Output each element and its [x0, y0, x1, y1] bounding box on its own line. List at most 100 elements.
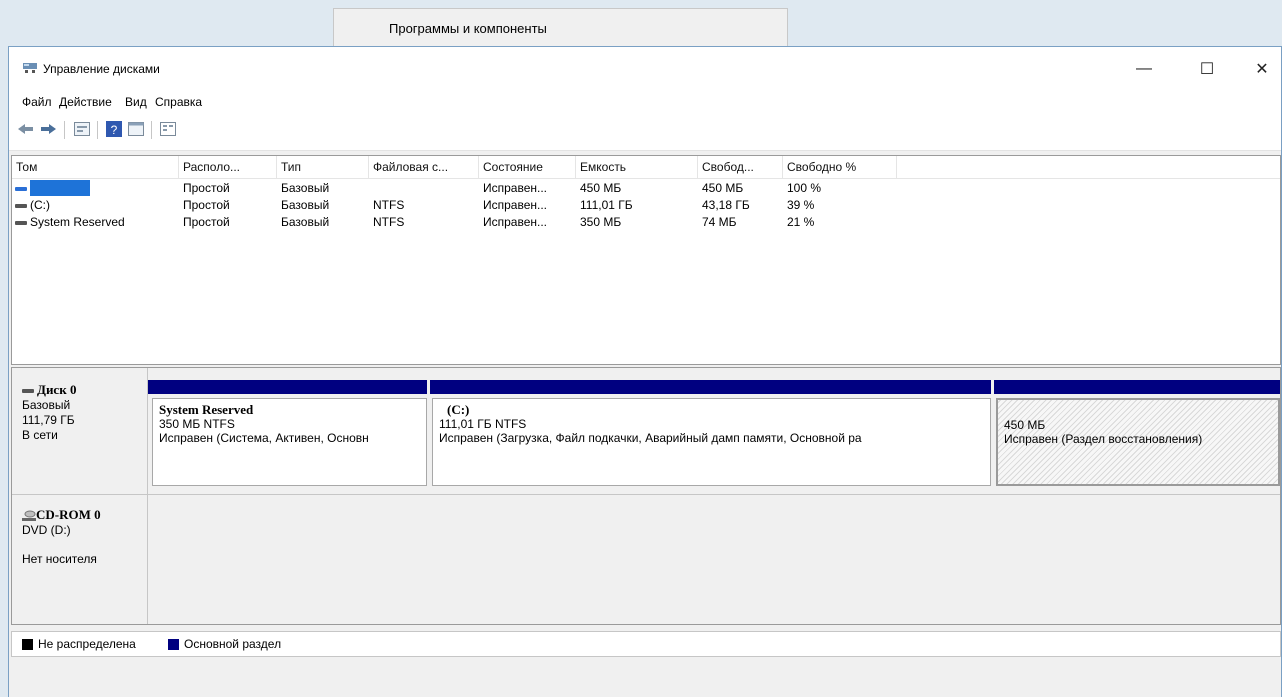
cell-volume	[12, 180, 179, 196]
cell-free-space: 43,18 ГБ	[702, 198, 750, 212]
legend-unallocated-swatch	[22, 639, 33, 650]
cell-volume: (C:)	[12, 197, 179, 213]
legend-unallocated-label: Не распределена	[38, 637, 136, 651]
toolbar-separator	[97, 121, 98, 139]
cdrom0-media: Нет носителя	[22, 552, 97, 566]
cell-layout: Простой	[183, 215, 230, 229]
table-row[interactable]: (C:) Простой Базовый NTFS Исправен... 11…	[12, 197, 1280, 213]
cell-status: Исправен...	[483, 198, 548, 212]
toolbar: ?	[9, 113, 1281, 151]
cell-capacity: 111,01 ГБ	[580, 198, 633, 212]
column-free-space[interactable]: Свобод...	[698, 156, 783, 178]
partition-size: 350 МБ NTFS	[159, 417, 235, 431]
cdrom0-drive: DVD (D:)	[22, 523, 71, 537]
volume-list-header: Том Располо... Тип Файловая с... Состоян…	[12, 156, 1280, 179]
window-title: Управление дисками	[43, 62, 160, 76]
cdrom0-area[interactable]	[148, 494, 1280, 623]
column-status[interactable]: Состояние	[479, 156, 576, 178]
partition-c[interactable]: (C:) 111,01 ГБ NTFS Исправен (Загрузка, …	[432, 398, 991, 486]
cell-free-percent: 21 %	[787, 215, 815, 229]
forward-icon[interactable]	[39, 121, 57, 137]
partition-bar-c	[430, 380, 991, 394]
menu-action[interactable]: Действие	[59, 95, 112, 109]
cell-capacity: 350 МБ	[580, 215, 622, 229]
partition-name: (C:)	[447, 402, 470, 417]
legend-bar: Не распределена Основной раздел	[11, 631, 1281, 657]
toolbar-separator	[64, 121, 65, 139]
svg-text:?: ?	[111, 123, 118, 137]
disk0-size: 111,79 ГБ	[22, 413, 75, 427]
menu-file[interactable]: Файл	[22, 95, 52, 109]
column-type[interactable]: Тип	[277, 156, 369, 178]
column-capacity[interactable]: Емкость	[576, 156, 698, 178]
disk-management-window: Управление дисками — ☐ ✕ Файл Действие В…	[8, 46, 1282, 697]
column-layout[interactable]: Располо...	[179, 156, 277, 178]
cell-filesystem: NTFS	[373, 215, 405, 229]
maximize-button[interactable]: ☐	[1184, 55, 1230, 83]
cdrom-icon	[22, 510, 36, 521]
disk-icon	[22, 388, 34, 393]
list-view-icon[interactable]	[159, 121, 177, 137]
disk0-label[interactable]: Диск 0 Базовый 111,79 ГБ В сети	[14, 368, 148, 494]
cell-type: Базовый	[281, 181, 330, 195]
background-context-menu: Программы и компоненты	[333, 8, 788, 48]
cell-free-percent: 39 %	[787, 198, 815, 212]
cell-free-space: 450 МБ	[702, 181, 744, 195]
cdrom0-title: CD-ROM 0	[22, 507, 147, 523]
cell-capacity: 450 МБ	[580, 181, 622, 195]
cell-volume: System Reserved	[12, 214, 179, 230]
volume-list[interactable]: Том Располо... Тип Файловая с... Состоян…	[11, 155, 1281, 365]
menu-view[interactable]: Вид	[125, 95, 147, 109]
cdrom0-name: CD-ROM 0	[36, 507, 101, 522]
minimize-button[interactable]: —	[1121, 55, 1167, 83]
cell-filesystem	[369, 180, 479, 196]
help-icon[interactable]: ?	[105, 121, 123, 137]
cell-status: Исправен...	[483, 181, 548, 195]
menu-bar: Файл Действие Вид Справка	[9, 91, 1281, 113]
cell-free-space: 74 МБ	[702, 215, 737, 229]
console-icon[interactable]	[127, 121, 145, 137]
toolbar-separator	[151, 121, 152, 139]
volume-name: (C:)	[30, 198, 50, 212]
partition-bar-recovery	[994, 380, 1280, 394]
disk-management-icon	[23, 63, 37, 73]
partition-size: 111,01 ГБ NTFS	[439, 417, 527, 431]
menu-help[interactable]: Справка	[155, 95, 202, 109]
cell-layout: Простой	[183, 181, 230, 195]
cdrom0-label[interactable]: CD-ROM 0 DVD (D:) Нет носителя	[14, 495, 148, 624]
close-button[interactable]: ✕	[1239, 55, 1282, 83]
column-volume[interactable]: Том	[12, 156, 179, 178]
partition-system-reserved[interactable]: System Reserved 350 МБ NTFS Исправен (Си…	[152, 398, 427, 486]
partition-recovery[interactable]: 450 МБ Исправен (Раздел восстановления)	[996, 398, 1280, 486]
partition-status: Исправен (Система, Активен, Основн	[159, 431, 369, 445]
partition-status: Исправен (Загрузка, Файл подкачки, Авари…	[439, 431, 862, 445]
volume-icon	[15, 186, 27, 191]
column-filesystem[interactable]: Файловая с...	[369, 156, 479, 178]
disk0-name: Диск 0	[37, 382, 77, 397]
cell-layout: Простой	[183, 198, 230, 212]
title-bar: Управление дисками — ☐ ✕	[9, 47, 1281, 91]
disk0-title: Диск 0	[22, 382, 147, 398]
partition-bar-system-reserved	[148, 380, 427, 394]
properties-icon[interactable]	[73, 121, 91, 137]
selected-volume-name	[30, 180, 90, 196]
cell-type: Базовый	[281, 198, 330, 212]
table-row[interactable]: System Reserved Простой Базовый NTFS Исп…	[12, 214, 1280, 230]
menu-item-programs[interactable]: Программы и компоненты	[389, 21, 547, 36]
partition-name: System Reserved	[159, 402, 254, 417]
volume-name: System Reserved	[30, 215, 125, 229]
cell-type: Базовый	[281, 215, 330, 229]
column-free-percent[interactable]: Свободно %	[783, 156, 897, 178]
volume-icon	[15, 220, 27, 225]
partition-size: 450 МБ	[1004, 418, 1046, 432]
partition-name	[1004, 404, 1272, 418]
cell-free-percent: 100 %	[787, 181, 822, 195]
volume-icon	[15, 203, 27, 208]
table-row[interactable]: Простой Базовый Исправен... 450 МБ 450 М…	[12, 180, 1280, 196]
cell-status: Исправен...	[483, 215, 548, 229]
disk0-type: Базовый	[22, 398, 71, 412]
disk-map-pane[interactable]: Диск 0 Базовый 111,79 ГБ В сети System R…	[11, 367, 1281, 625]
legend-primary-swatch	[168, 639, 179, 650]
back-icon[interactable]	[17, 121, 35, 137]
disk0-state: В сети	[22, 428, 58, 442]
